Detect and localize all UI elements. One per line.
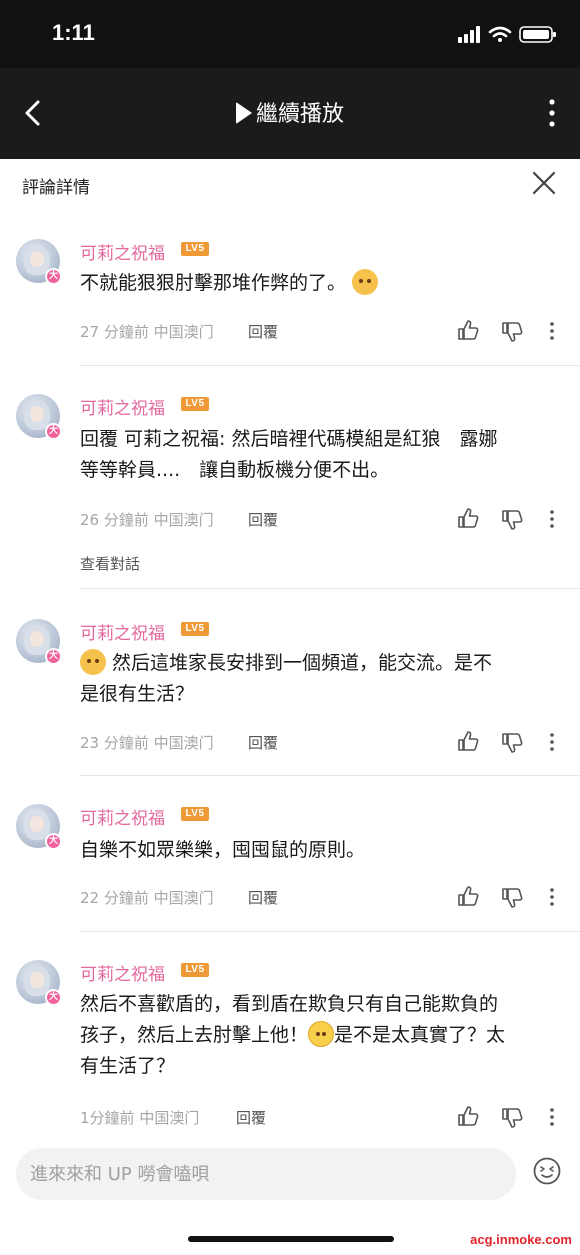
view-thread-link[interactable]: 查看對話	[80, 553, 140, 574]
comment-location: 中国澳门	[153, 889, 214, 907]
reply-button[interactable]: 回覆	[248, 887, 278, 908]
status-icons	[458, 26, 556, 43]
battery-icon	[519, 26, 556, 43]
avatar[interactable]: 大	[16, 394, 62, 440]
comment-time: 22 分鐘前	[80, 889, 149, 907]
comment-text: 不就能狠狠肘擊那堆作弊的了。	[80, 268, 560, 299]
comment-time: 27 分鐘前	[80, 323, 149, 341]
comment-detail-header: 評論詳情	[0, 159, 580, 209]
divider	[80, 775, 580, 776]
avatar[interactable]: 大	[16, 239, 62, 285]
username[interactable]: 可莉之祝福	[80, 394, 165, 419]
dislike-icon[interactable]	[501, 1107, 523, 1129]
continue-play-button[interactable]: 繼續播放	[0, 96, 580, 128]
play-icon	[235, 102, 252, 124]
level-badge: LV5	[181, 963, 209, 977]
more-vertical-icon[interactable]	[546, 98, 558, 128]
comment-time: 26 分鐘前	[80, 511, 149, 529]
comment-text: 自樂不如眾樂樂，囤囤鼠的原則。	[80, 839, 366, 861]
more-vertical-icon[interactable]	[549, 321, 555, 341]
comment-detail-title: 評論詳情	[22, 178, 90, 198]
dislike-icon[interactable]	[501, 887, 523, 909]
reply-button[interactable]: 回覆	[248, 321, 278, 342]
comment-meta: 22 分鐘前 中国澳门	[80, 887, 214, 908]
more-vertical-icon[interactable]	[549, 732, 555, 752]
comment-location: 中国澳门	[153, 511, 214, 529]
continue-play-label: 繼續播放	[255, 102, 344, 127]
comment-text-line: 回覆 可莉之祝福: 然后暗裡代碼模組是紅狼 露娜	[80, 428, 498, 450]
comment-time: 1分鐘前	[80, 1109, 135, 1127]
more-vertical-icon[interactable]	[549, 887, 555, 907]
comment-text-line: 有生活了？	[80, 1055, 176, 1077]
username[interactable]: 可莉之祝福	[80, 804, 165, 829]
comment-meta: 27 分鐘前 中国澳门	[80, 321, 214, 342]
grin-emoji-icon	[308, 1021, 335, 1047]
username[interactable]: 可莉之祝福	[80, 619, 165, 644]
video-nav-bar: 繼續播放	[0, 68, 580, 159]
doge-emoji-icon	[80, 649, 106, 675]
home-indicator	[188, 1236, 394, 1242]
like-icon[interactable]	[457, 730, 479, 752]
divider	[80, 588, 580, 589]
comment-text: 回覆 可莉之祝福: 然后暗裡代碼模組是紅狼 露娜 等等幹員.... 讓自動板機分…	[80, 424, 560, 486]
comment-meta: 23 分鐘前 中国澳门	[80, 732, 214, 753]
comment-location: 中国澳门	[139, 1109, 200, 1127]
more-vertical-icon[interactable]	[549, 509, 555, 529]
avatar[interactable]: 大	[16, 619, 62, 665]
comment-time: 23 分鐘前	[80, 734, 149, 752]
divider	[80, 365, 580, 366]
comment-meta: 26 分鐘前 中国澳门	[80, 509, 214, 530]
dislike-icon[interactable]	[501, 732, 523, 754]
comment-location: 中国澳门	[153, 323, 214, 341]
divider	[80, 931, 580, 932]
close-icon[interactable]	[530, 169, 558, 197]
comment-text-line: 孩子，然后上去肘擊上他！ 是不是太真實了？太	[80, 1020, 560, 1051]
comment-text-line: 然后不喜歡盾的，看到盾在欺負只有自己能欺負的	[80, 993, 499, 1015]
more-vertical-icon[interactable]	[549, 1107, 555, 1127]
dislike-icon[interactable]	[501, 321, 523, 343]
watermark: acg.inmoke.com	[470, 1232, 572, 1247]
username[interactable]: 可莉之祝福	[80, 239, 165, 264]
wifi-icon	[488, 26, 512, 38]
like-icon[interactable]	[457, 1105, 479, 1127]
status-time: 1:11	[52, 20, 95, 45]
comment-text-line: 等等幹員.... 讓自動板機分便不出。	[80, 459, 390, 481]
vip-badge-icon: 大	[45, 833, 62, 850]
vip-badge-icon: 大	[45, 648, 62, 665]
comment-text: 然后這堆家長安排到一個頻道，能交流。是不 是很有生活？	[80, 648, 560, 710]
comment-input[interactable]	[16, 1148, 516, 1200]
comment-text-line: 是很有生活？	[80, 683, 195, 705]
vip-badge-icon: 大	[45, 268, 62, 285]
dislike-icon[interactable]	[501, 509, 523, 531]
reply-button[interactable]: 回覆	[248, 732, 278, 753]
level-badge: LV5	[181, 622, 209, 636]
reply-button[interactable]: 回覆	[248, 509, 278, 530]
username[interactable]: 可莉之祝福	[80, 960, 165, 985]
comment-text: 然后不喜歡盾的，看到盾在欺負只有自己能欺負的 孩子，然后上去肘擊上他！ 是不是太真…	[80, 989, 560, 1082]
comment-text-line: 然后這堆家長安排到一個頻道，能交流。是不	[80, 648, 560, 679]
vip-badge-icon: 大	[45, 423, 62, 440]
comment-location: 中国澳门	[153, 734, 214, 752]
level-badge: LV5	[181, 807, 209, 821]
avatar[interactable]: 大	[16, 960, 62, 1006]
avatar[interactable]: 大	[16, 804, 62, 850]
emoji-icon[interactable]	[532, 1156, 562, 1186]
like-icon[interactable]	[457, 319, 479, 341]
reply-button[interactable]: 回覆	[236, 1107, 266, 1128]
like-icon[interactable]	[457, 507, 479, 529]
level-badge: LV5	[181, 242, 209, 256]
doge-emoji-icon	[352, 269, 379, 295]
level-badge: LV5	[181, 397, 209, 411]
comment-text-line: 不就能狠狠肘擊那堆作弊的了。	[80, 272, 347, 294]
vip-badge-icon: 大	[45, 989, 62, 1006]
like-icon[interactable]	[457, 885, 479, 907]
comment-meta: 1分鐘前 中国澳门	[80, 1107, 199, 1128]
signal-icon	[458, 26, 480, 43]
status-bar: 1:11	[0, 0, 580, 68]
comment-input-bar: acg.inmoke.com	[0, 1140, 580, 1255]
